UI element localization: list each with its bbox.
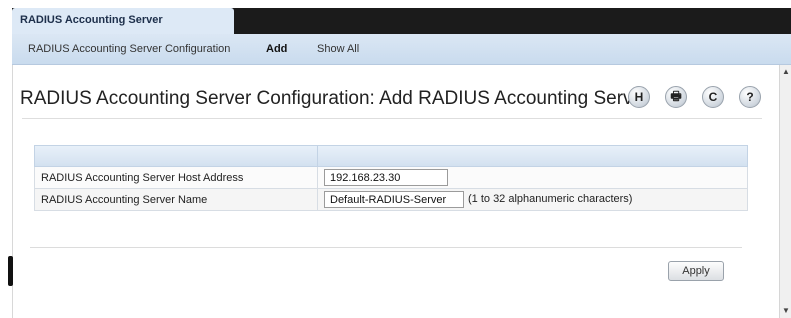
form-header — [34, 145, 748, 167]
host-address-row: RADIUS Accounting Server Host Address 19… — [34, 167, 748, 189]
page-title: RADIUS Accounting Server Configuration: … — [20, 88, 650, 109]
refresh-icon[interactable]: C — [702, 86, 724, 108]
scroll-up-icon[interactable]: ▲ — [781, 67, 791, 77]
server-name-hint: (1 to 32 alphanumeric characters) — [468, 193, 633, 205]
save-icon[interactable]: H — [628, 86, 650, 108]
host-address-input[interactable]: 192.168.23.30 — [324, 169, 448, 186]
subnav-item-show-all[interactable]: Show All — [317, 43, 359, 55]
vertical-scrollbar[interactable]: ▲ ▼ — [779, 65, 791, 318]
subnav-item-configuration[interactable]: RADIUS Accounting Server Configuration — [28, 43, 230, 55]
subnav-item-add[interactable]: Add — [266, 43, 287, 55]
header-separator — [317, 146, 318, 166]
print-icon[interactable]: 🖶 — [665, 86, 687, 108]
row-separator — [317, 189, 318, 210]
resize-handle[interactable] — [8, 256, 13, 286]
help-icon[interactable]: ? — [739, 86, 761, 108]
apply-button[interactable]: Apply — [668, 261, 724, 281]
server-name-row: RADIUS Accounting Server Name Default-RA… — [34, 189, 748, 211]
bottom-divider — [30, 247, 742, 248]
row-separator — [317, 167, 318, 188]
title-divider — [22, 118, 762, 119]
server-form: RADIUS Accounting Server Host Address 19… — [34, 145, 748, 219]
host-address-label: RADIUS Accounting Server Host Address — [41, 172, 244, 184]
server-name-input[interactable]: Default-RADIUS-Server — [324, 191, 464, 208]
sub-navigation: RADIUS Accounting Server Configuration A… — [12, 34, 791, 65]
scroll-down-icon[interactable]: ▼ — [781, 306, 791, 316]
server-name-label: RADIUS Accounting Server Name — [41, 194, 208, 206]
